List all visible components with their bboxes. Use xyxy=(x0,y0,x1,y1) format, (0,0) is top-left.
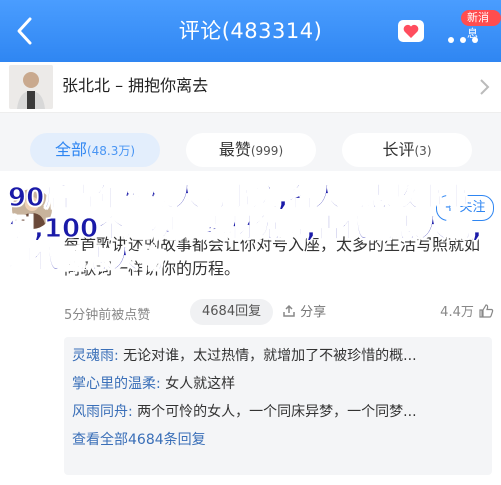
tab-long-label: 长评 xyxy=(382,140,415,159)
comment-meta: 5分钟前被点赞 4684回复 分享 4.4万 xyxy=(64,299,494,325)
tab-long[interactable]: 长评(3) xyxy=(342,133,472,167)
notification-badge: 新消息 xyxy=(461,10,501,40)
reply-item: 灵魂雨: 无论对谁，太过热情，就增加了不被珍惜的概... xyxy=(72,345,482,365)
reply-item: 风雨同舟: 两个可怜的女人，一个同床异梦，一个同梦... xyxy=(72,401,482,421)
tab-all-count: (48.3万) xyxy=(86,144,136,158)
view-all-replies-link[interactable]: 查看全部4684条回复 xyxy=(72,429,482,449)
sort-tabs: 全部(48.3万) 最赞(999) 长评(3) xyxy=(0,113,501,171)
share-label: 分享 xyxy=(300,305,327,320)
reply-item: 掌心里的温柔: 女人就这样 xyxy=(72,373,482,393)
reply-count-button[interactable]: 4684回复 xyxy=(190,299,274,325)
share-button[interactable]: 分享 xyxy=(282,301,326,320)
tab-hot-count: (999) xyxy=(250,144,284,158)
reply-text: 女人就这样 xyxy=(165,376,236,392)
reply-text: 无论对谁，太过热情，就增加了不被珍惜的概... xyxy=(123,348,417,364)
tab-hot[interactable]: 最赞(999) xyxy=(186,133,316,167)
tab-hot-label: 最赞 xyxy=(218,140,251,159)
like-count: 4.4万 xyxy=(440,305,474,320)
more-options-icon[interactable] xyxy=(448,28,490,43)
overlay-title: 90后青年楷模人物事迹,名人励志故事事例,100个短视频素材免费,古代励志人物,… xyxy=(8,183,483,276)
reply-author[interactable]: 掌心里的温柔: xyxy=(72,376,161,392)
top-bar: 评论(483314) 新消息 xyxy=(0,0,501,62)
tab-long-count: (3) xyxy=(414,144,432,158)
reply-author[interactable]: 风雨同舟: xyxy=(72,404,133,420)
thumbs-up-icon xyxy=(479,304,494,318)
tab-all[interactable]: 全部(48.3万) xyxy=(30,133,160,167)
like-button[interactable]: 4.4万 xyxy=(440,301,494,320)
share-icon xyxy=(283,304,295,317)
reply-text: 两个可怜的女人，一个同床异梦，一个同梦... xyxy=(137,404,417,420)
song-title: 张北北 – 拥抱你离去 xyxy=(62,76,209,95)
song-cover-image xyxy=(9,65,53,109)
page-title: 评论(483314) xyxy=(178,19,323,43)
reply-author[interactable]: 灵魂雨: xyxy=(72,348,119,364)
favorite-icon[interactable] xyxy=(398,20,424,42)
comment-item: + 关注 每首歌讲述的故事都会让你对号入座，太多的生活写照就如同歌词一样讲你的历… xyxy=(0,171,501,485)
chevron-right-icon xyxy=(480,79,490,95)
tab-all-label: 全部 xyxy=(54,140,87,159)
reply-preview-box[interactable]: 灵魂雨: 无论对谁，太过热情，就增加了不被珍惜的概... 掌心里的温柔: 女人就… xyxy=(64,337,492,475)
comment-time: 5分钟前被点赞 xyxy=(64,308,151,323)
song-row[interactable]: 张北北 – 拥抱你离去 xyxy=(0,62,501,113)
